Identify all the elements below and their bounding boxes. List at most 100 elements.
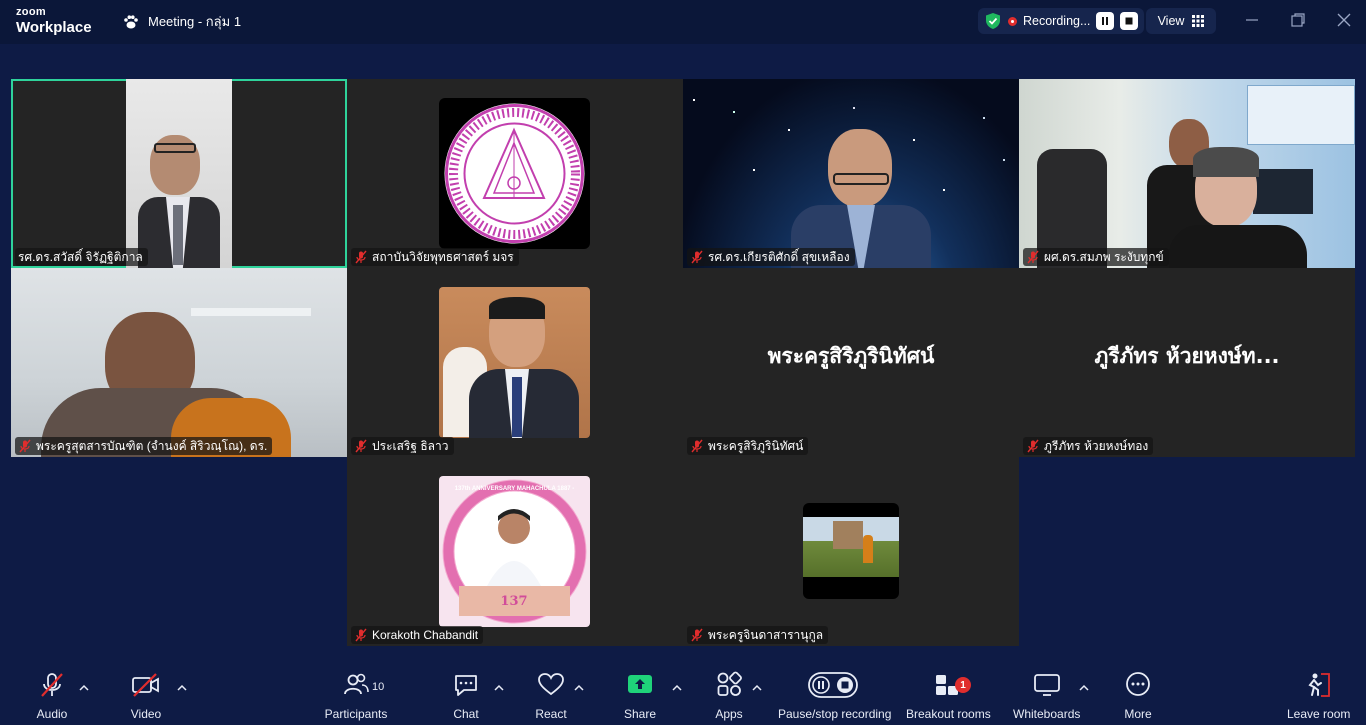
recording-dot-icon (1008, 16, 1017, 26)
breakout-notification-badge: 1 (955, 677, 971, 693)
whiteboards-button[interactable]: Whiteboards (1013, 668, 1080, 721)
video-tile-3[interactable]: ผศ.ดร.สมภพ ระงับทุกข์ (1019, 79, 1355, 268)
anniversary-banner-text: 137th ANNIVERSARY MAHACHULA 1887 - 2024 (454, 486, 575, 498)
participant-display-name: ภูรีภัทร ห้วยหงษ์ท... (1094, 344, 1280, 368)
seal-logo-icon (444, 103, 585, 244)
video-tile-4[interactable]: พระครูสุตสารบัณฑิต (จำนงค์ สิริวณฺโณ), ด… (11, 268, 347, 457)
react-button[interactable]: React (535, 668, 567, 721)
share-button[interactable]: Share (624, 668, 656, 721)
restore-icon[interactable] (1290, 12, 1306, 28)
video-tile-1[interactable]: สถาบันวิจัยพุทธศาสตร์ มจร (347, 79, 683, 268)
participant-name-tag: Korakoth Chabandit (351, 626, 484, 644)
pause-stop-recording-icon (808, 672, 858, 698)
participant-name-tag: ภูรีภัทร ห้วยหงษ์ทอง (1023, 437, 1154, 455)
pause-icon (1102, 17, 1109, 25)
react-options-chevron-icon[interactable] (574, 684, 584, 692)
participant-name: สถาบันวิจัยพุทธศาสตร์ มจร (372, 249, 514, 264)
apps-options-chevron-icon[interactable] (752, 684, 762, 692)
participants-count: 10 (372, 681, 385, 693)
participant-name-tag: ผศ.ดร.สมภพ ระงับทุกข์ (1023, 248, 1169, 266)
whiteboard-icon (1034, 674, 1060, 696)
participant-video (1019, 79, 1355, 268)
view-button[interactable]: View (1146, 8, 1216, 34)
video-tile-6[interactable]: พระครูสิริภูรินิทัศน์ พระครูสิริภูรินิทั… (683, 268, 1019, 457)
brand-top: zoom (16, 6, 46, 18)
leave-room-button[interactable]: Leave room (1287, 668, 1350, 721)
pause-stop-recording-button[interactable]: Pause/stop recording (778, 668, 891, 721)
chat-button[interactable]: Chat (450, 668, 482, 721)
video-tile-2[interactable]: รศ.ดร.เกียรติศักดิ์ สุขเหลือง (683, 79, 1019, 268)
video-tile-0[interactable]: รศ.ดร.สวัสดิ์ จิรัฏฐิติกาล (11, 79, 347, 268)
muted-mic-icon (691, 628, 703, 642)
leave-room-icon (1308, 673, 1330, 697)
more-icon (1126, 672, 1150, 696)
participant-name: รศ.ดร.สวัสดิ์ จิรัฏฐิติกาล (18, 249, 143, 264)
recording-label: Recording... (1023, 14, 1091, 28)
share-options-chevron-icon[interactable] (672, 684, 682, 692)
participant-name: พระครูจินดาสารานุกูล (708, 627, 824, 642)
meeting-title[interactable]: Meeting - กลุ่ม 1 (122, 11, 241, 32)
institute-seal-logo (439, 98, 590, 249)
title-bar: zoom Workplace Meeting - กลุ่ม 1 Recordi… (0, 0, 1366, 44)
participant-profile-photo (439, 287, 590, 438)
audio-label: Audio (36, 707, 68, 721)
audio-options-chevron-icon[interactable] (79, 684, 89, 692)
participant-video (683, 79, 1019, 268)
stop-icon (1125, 17, 1133, 25)
whiteboards-label: Whiteboards (1013, 707, 1081, 721)
chat-label: Chat (453, 707, 479, 721)
minimize-icon[interactable] (1244, 12, 1260, 28)
chat-options-chevron-icon[interactable] (494, 684, 504, 692)
stop-recording-button[interactable] (1120, 12, 1139, 30)
participant-name: ผศ.ดร.สมภพ ระงับทุกข์ (1044, 249, 1164, 264)
video-options-chevron-icon[interactable] (177, 684, 187, 692)
participant-name-tag: ประเสริฐ ธิลาว (351, 437, 454, 455)
muted-mic-icon (1027, 439, 1039, 453)
audio-button[interactable]: Audio (36, 668, 68, 721)
pause-recording-button[interactable] (1096, 12, 1115, 30)
participants-label: Participants (324, 707, 388, 721)
muted-mic-icon (355, 250, 367, 264)
participant-profile-photo (803, 503, 899, 599)
participant-name: พระครูสุตสารบัณฑิต (จำนงค์ สิริวณฺโณ), ด… (36, 438, 268, 453)
participant-video (126, 79, 232, 268)
muted-mic-icon (355, 439, 367, 453)
close-icon[interactable] (1336, 12, 1352, 28)
recording-control-label: Pause/stop recording (778, 707, 892, 721)
meeting-info-icon (124, 14, 138, 28)
muted-mic-icon (1027, 250, 1039, 264)
participant-name-tag: พระครูสิริภูรินิทัศน์ (687, 437, 809, 455)
react-label: React (535, 707, 567, 721)
breakout-rooms-label: Breakout rooms (906, 707, 991, 721)
muted-mic-icon (355, 628, 367, 642)
chat-icon (455, 675, 477, 696)
apps-button[interactable]: Apps (713, 668, 745, 721)
video-button[interactable]: Video (130, 668, 162, 721)
participant-name-tag: พระครูจินดาสารานุกูล (687, 626, 829, 644)
participant-name-tag: รศ.ดร.เกียรติศักดิ์ สุขเหลือง (687, 248, 855, 266)
video-tile-7[interactable]: ภูรีภัทร ห้วยหงษ์ท... ภูรีภัทร ห้วยหงษ์ท… (1019, 268, 1355, 457)
participant-video (11, 268, 347, 457)
participant-name: พระครูสิริภูรินิทัศน์ (708, 438, 804, 453)
grid-icon (1192, 15, 1205, 27)
muted-mic-icon (19, 439, 31, 453)
participant-name-tag: สถาบันวิจัยพุทธศาสตร์ มจร (351, 248, 519, 266)
zoom-logo: zoom Workplace (16, 6, 92, 36)
whiteboards-options-chevron-icon[interactable] (1079, 684, 1089, 692)
share-label: Share (623, 707, 657, 721)
heart-icon (538, 673, 564, 696)
participants-button[interactable]: Participants (325, 668, 387, 721)
participant-name: ประเสริฐ ธิลาว (372, 438, 449, 453)
participant-name: รศ.ดร.เกียรติศักดิ์ สุขเหลือง (708, 249, 850, 264)
more-button[interactable]: More (1122, 668, 1154, 721)
brand-bottom: Workplace (16, 19, 92, 36)
video-tile-8[interactable]: 137th ANNIVERSARY MAHACHULA 1887 - 2024 … (347, 457, 683, 646)
recording-indicator[interactable]: Recording... (978, 8, 1144, 34)
view-label: View (1157, 14, 1185, 28)
video-tile-9[interactable]: พระครูจินดาสารานุกูล (683, 457, 1019, 646)
participant-name: Korakoth Chabandit (372, 628, 479, 642)
participants-icon (344, 673, 369, 695)
more-label: More (1124, 707, 1152, 721)
video-tile-5[interactable]: ประเสริฐ ธิลาว (347, 268, 683, 457)
participant-name-tag: รศ.ดร.สวัสดิ์ จิรัฏฐิติกาล (15, 248, 148, 266)
